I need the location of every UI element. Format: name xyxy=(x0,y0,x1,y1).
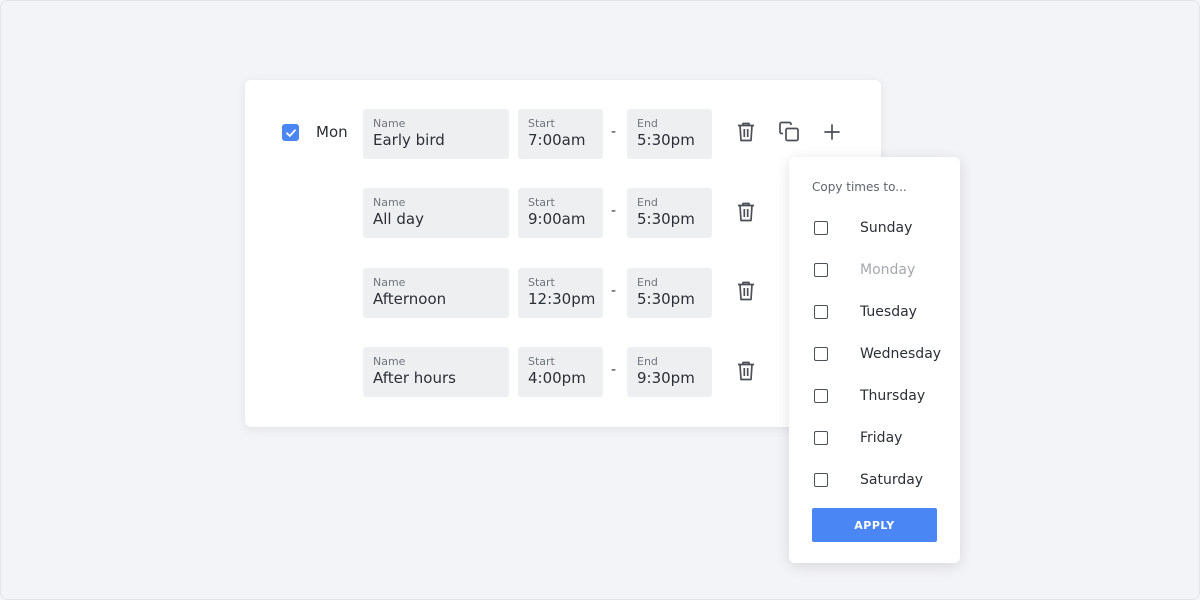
field-value: All day xyxy=(373,210,424,228)
field-label: Name xyxy=(373,276,406,289)
field-value: Early bird xyxy=(373,131,445,149)
check-icon xyxy=(285,128,296,137)
field-value: 9:30pm xyxy=(637,369,695,387)
field-label: Start xyxy=(528,276,555,289)
field-label: End xyxy=(637,196,658,209)
apply-button[interactable]: APPLY xyxy=(812,508,937,542)
copy-times-popup: Copy times to... Sunday Monday Tuesday W… xyxy=(789,157,960,563)
day-label: Mon xyxy=(316,123,348,141)
trash-icon xyxy=(738,361,754,381)
checkbox[interactable] xyxy=(814,431,828,445)
slot-name-field[interactable]: Name Afternoon xyxy=(363,268,509,318)
time-separator: - xyxy=(611,124,617,140)
add-slot-button[interactable] xyxy=(820,120,844,144)
slot-end-field[interactable]: End 9:30pm xyxy=(627,347,712,397)
delete-slot-button[interactable] xyxy=(734,200,758,224)
slot-end-field[interactable]: End 5:30pm xyxy=(627,188,712,238)
field-value: 12:30pm xyxy=(528,290,596,308)
slot-start-field[interactable]: Start 7:00am xyxy=(518,109,603,159)
day-checkbox[interactable] xyxy=(282,124,299,141)
field-label: Start xyxy=(528,117,555,130)
copy-option-saturday[interactable]: Saturday xyxy=(814,471,954,491)
slot-start-field[interactable]: Start 9:00am xyxy=(518,188,603,238)
copy-option-thursday[interactable]: Thursday xyxy=(814,387,954,407)
field-label: End xyxy=(637,117,658,130)
slot-end-field[interactable]: End 5:30pm xyxy=(627,109,712,159)
slot-start-field[interactable]: Start 12:30pm xyxy=(518,268,603,318)
delete-slot-button[interactable] xyxy=(734,279,758,303)
slot-start-field[interactable]: Start 4:00pm xyxy=(518,347,603,397)
checkbox[interactable] xyxy=(814,347,828,361)
time-separator: - xyxy=(611,362,617,378)
checkbox[interactable] xyxy=(814,473,828,487)
option-label: Monday xyxy=(860,262,916,278)
popup-title: Copy times to... xyxy=(812,180,907,194)
slot-name-field[interactable]: Name Early bird xyxy=(363,109,509,159)
copy-option-tuesday[interactable]: Tuesday xyxy=(814,303,954,323)
slot-end-field[interactable]: End 5:30pm xyxy=(627,268,712,318)
field-value: 5:30pm xyxy=(637,131,695,149)
time-separator: - xyxy=(611,283,617,299)
copy-option-sunday[interactable]: Sunday xyxy=(814,219,954,239)
option-label: Saturday xyxy=(860,472,924,488)
option-label: Wednesday xyxy=(860,346,942,362)
field-value: 5:30pm xyxy=(637,290,695,308)
field-label: Name xyxy=(373,355,406,368)
trash-icon xyxy=(738,122,754,142)
option-label: Tuesday xyxy=(860,304,917,320)
slot-name-field[interactable]: Name After hours xyxy=(363,347,509,397)
plus-icon xyxy=(824,124,840,140)
trash-icon xyxy=(738,281,754,301)
field-label: Name xyxy=(373,196,406,209)
field-value: 4:00pm xyxy=(528,369,586,387)
field-label: Start xyxy=(528,355,555,368)
checkbox[interactable] xyxy=(814,305,828,319)
checkbox[interactable] xyxy=(814,221,828,235)
delete-slot-button[interactable] xyxy=(734,120,758,144)
option-label: Sunday xyxy=(860,220,913,236)
trash-icon xyxy=(738,202,754,222)
field-label: Start xyxy=(528,196,555,209)
field-label: Name xyxy=(373,117,406,130)
field-value: 7:00am xyxy=(528,131,586,149)
checkbox xyxy=(814,263,828,277)
field-value: 5:30pm xyxy=(637,210,695,228)
field-value: 9:00am xyxy=(528,210,586,228)
time-separator: - xyxy=(611,203,617,219)
copy-option-monday: Monday xyxy=(814,261,954,281)
field-label: End xyxy=(637,276,658,289)
delete-slot-button[interactable] xyxy=(734,359,758,383)
copy-icon xyxy=(779,121,799,142)
field-value: After hours xyxy=(373,369,456,387)
option-label: Thursday xyxy=(860,388,926,404)
copy-option-wednesday[interactable]: Wednesday xyxy=(814,345,954,365)
field-value: Afternoon xyxy=(373,290,447,308)
field-label: End xyxy=(637,355,658,368)
option-label: Friday xyxy=(860,430,903,446)
slot-name-field[interactable]: Name All day xyxy=(363,188,509,238)
copy-times-button[interactable] xyxy=(777,120,801,144)
checkbox[interactable] xyxy=(814,389,828,403)
copy-option-friday[interactable]: Friday xyxy=(814,429,954,449)
